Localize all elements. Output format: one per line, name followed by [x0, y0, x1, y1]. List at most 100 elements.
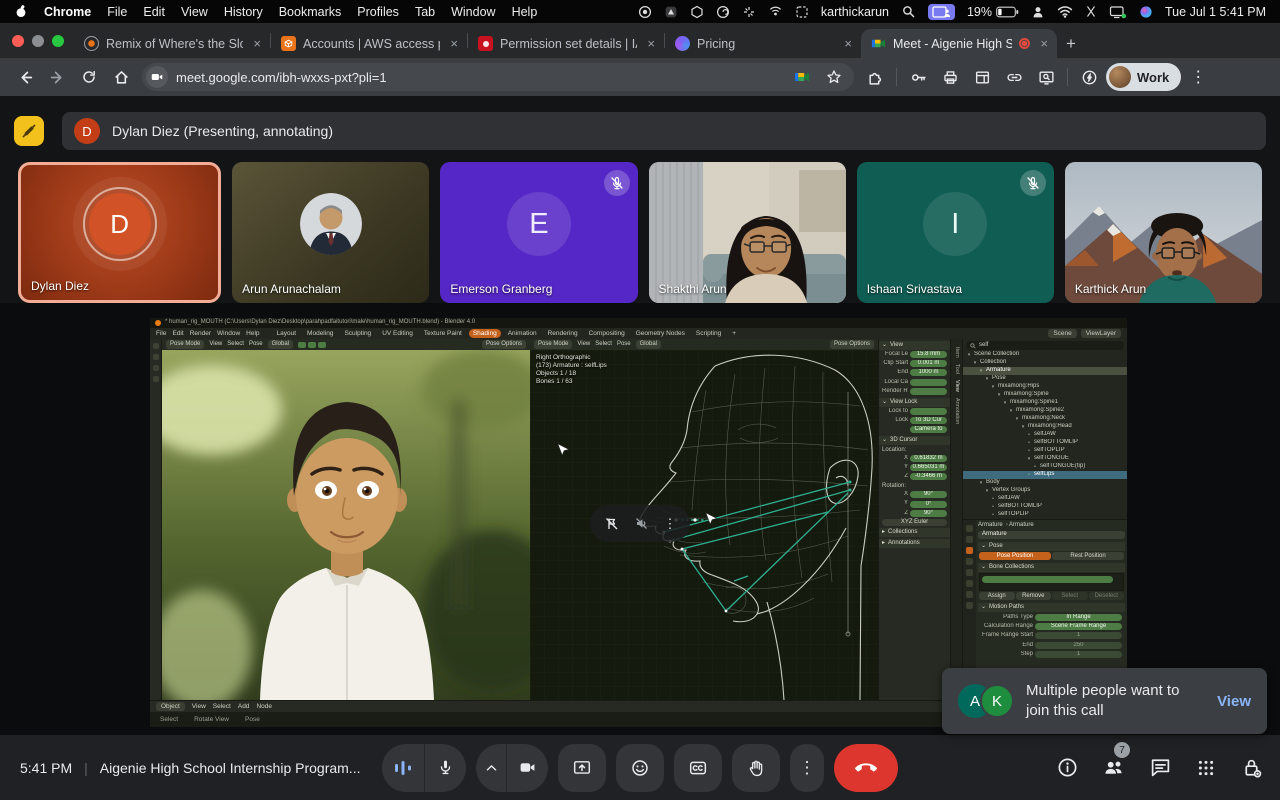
camera-options-chevron-icon[interactable] — [476, 764, 506, 772]
videocam-icon[interactable] — [506, 744, 548, 792]
tab-aws-accounts[interactable]: Accounts | AWS access porta× — [271, 29, 467, 58]
menubar-item[interactable]: Window — [451, 5, 495, 19]
menubar-item[interactable]: Edit — [143, 5, 165, 19]
blender-workspace-tabs: LayoutModelingSculptingUV EditingTexture… — [273, 329, 740, 338]
meeting-details-button[interactable] — [1057, 757, 1078, 778]
back-button[interactable] — [10, 62, 40, 92]
present-screen-button[interactable] — [558, 744, 606, 792]
more-options-button[interactable]: ⋮ — [790, 744, 824, 792]
screenshot-app-icon[interactable] — [795, 5, 809, 19]
security-app-icon[interactable] — [664, 5, 678, 19]
passwords-key-icon[interactable] — [903, 62, 933, 92]
airdrop-icon[interactable] — [768, 5, 783, 19]
tab-sloth[interactable]: Remix of Where's the Sloth?× — [74, 29, 270, 58]
reload-button[interactable] — [74, 62, 104, 92]
more-options-icon[interactable]: ⋮ — [664, 516, 677, 532]
screen-mirroring-icon[interactable] — [1109, 5, 1127, 19]
screen-sharing-indicator[interactable] — [928, 4, 955, 20]
window-zoom-button[interactable] — [52, 35, 64, 47]
tab-meet-active[interactable]: Meet - Aigenie High Scho× — [861, 29, 1057, 58]
host-controls-button[interactable] — [1241, 757, 1262, 778]
tab-close-icon[interactable]: × — [1037, 36, 1051, 51]
tile-emerson-granberg[interactable]: E Emerson Granberg — [440, 162, 637, 303]
menubar-item[interactable]: Bookmarks — [279, 5, 342, 19]
hexagon-app-icon[interactable] — [690, 5, 704, 19]
camera-control[interactable] — [476, 744, 548, 792]
menubar-clock[interactable]: Tue Jul 1 5:41 PM — [1165, 5, 1266, 19]
menubar-item[interactable]: Tab — [415, 5, 435, 19]
print-icon[interactable] — [935, 62, 965, 92]
leave-call-button[interactable] — [834, 744, 898, 792]
new-tab-button[interactable]: + — [1057, 29, 1085, 58]
avatar — [300, 193, 362, 255]
url-text[interactable]: meet.google.com/ibh-wxxs-pxt?pli=1 — [176, 70, 782, 85]
viewport-menu-item: View — [209, 341, 222, 348]
view-requests-button[interactable]: View — [1217, 693, 1251, 710]
forward-button[interactable] — [42, 62, 72, 92]
viewport-menus: ViewSelectPose — [577, 341, 630, 348]
unpin-icon[interactable] — [604, 516, 619, 531]
window-close-button[interactable] — [12, 35, 24, 47]
sparkle-icon[interactable] — [742, 5, 756, 19]
tab-pricing[interactable]: Pricing× — [665, 29, 861, 58]
address-bar[interactable]: meet.google.com/ibh-wxxs-pxt?pli=1 — [142, 63, 854, 91]
window-minimize-button[interactable] — [32, 35, 44, 47]
captions-button[interactable] — [674, 744, 722, 792]
siri-icon[interactable] — [1139, 5, 1153, 19]
browser-menu-icon[interactable]: ⋮ — [1183, 62, 1213, 92]
expand-arrow-icon: ⌄ — [981, 543, 986, 550]
people-panel-button[interactable]: 7 — [1103, 757, 1125, 779]
tab-close-icon[interactable]: × — [841, 36, 855, 51]
tab-close-icon[interactable]: × — [447, 36, 461, 51]
tile-shakthi-arun[interactable]: Shakthi Arun — [649, 162, 846, 303]
audio-off-icon[interactable] — [634, 516, 649, 531]
reactions-button[interactable] — [616, 744, 664, 792]
extensions-icon[interactable] — [860, 62, 890, 92]
fast-user-switching-icon[interactable] — [1031, 5, 1045, 19]
blender-workspace-tab: Sculpting — [340, 329, 375, 338]
raise-hand-button[interactable] — [732, 744, 780, 792]
mic-icon[interactable] — [424, 744, 466, 792]
outliner-item-label: selfJAW — [1034, 431, 1056, 438]
copy-link-icon[interactable] — [999, 62, 1029, 92]
menubar-item[interactable]: History — [224, 5, 263, 19]
reading-list-panel-icon[interactable] — [967, 62, 997, 92]
bluetooth-icon[interactable] — [1085, 5, 1097, 18]
annotation-tool-indicator[interactable] — [14, 116, 44, 146]
tile-arun-arunachalam[interactable]: Arun Arunachalam — [232, 162, 429, 303]
home-button[interactable] — [106, 62, 136, 92]
spiral-app-icon[interactable] — [716, 5, 730, 19]
tab-close-icon[interactable]: × — [644, 36, 658, 51]
tab-iam-permission[interactable]: Permission set details | IAM Id× — [468, 29, 664, 58]
menubar-item[interactable]: Help — [512, 5, 538, 19]
collapsed-panel-header: ▸Collections — [879, 528, 950, 537]
requester-avatars: A K — [958, 684, 1014, 718]
tab-capture-icon[interactable] — [790, 65, 814, 89]
menubar-username[interactable]: karthickarun — [821, 5, 889, 19]
profile-chip[interactable]: Work — [1106, 63, 1181, 91]
tile-karthick-arun[interactable]: Karthick Arun — [1065, 162, 1262, 303]
tile-ishaan-srivastava[interactable]: I Ishaan Srivastava — [857, 162, 1054, 303]
menubar-item[interactable]: View — [181, 5, 208, 19]
menubar-item[interactable]: Profiles — [357, 5, 399, 19]
outliner-item-label: selfTOPLIP — [998, 511, 1029, 518]
outliner-item-label: selfTONGUE(tip) — [1040, 463, 1085, 470]
expand-arrow-icon: ⌄ — [981, 604, 986, 611]
menubar-item[interactable]: File — [107, 5, 127, 19]
spotlight-search-icon[interactable] — [901, 4, 916, 19]
performance-icon[interactable] — [1074, 62, 1104, 92]
battery-indicator[interactable]: 19% — [967, 5, 1019, 19]
wifi-icon[interactable] — [1057, 5, 1073, 18]
tile-dylan-diez[interactable]: D Dylan Diez — [18, 162, 221, 303]
microphone-control[interactable] — [382, 744, 466, 792]
motion-path-row: Step1 — [978, 650, 1125, 659]
apple-menu-icon[interactable] — [14, 4, 28, 19]
activities-button[interactable] — [1196, 758, 1216, 778]
bookmark-star-icon[interactable] — [822, 65, 846, 89]
site-sharing-chip-icon[interactable] — [146, 66, 168, 88]
menubar-app-name[interactable]: Chrome — [44, 5, 91, 19]
record-indicator-icon[interactable] — [638, 5, 652, 19]
chat-panel-button[interactable] — [1150, 757, 1171, 778]
screen-search-icon[interactable] — [1031, 62, 1061, 92]
tab-close-icon[interactable]: × — [250, 36, 264, 51]
